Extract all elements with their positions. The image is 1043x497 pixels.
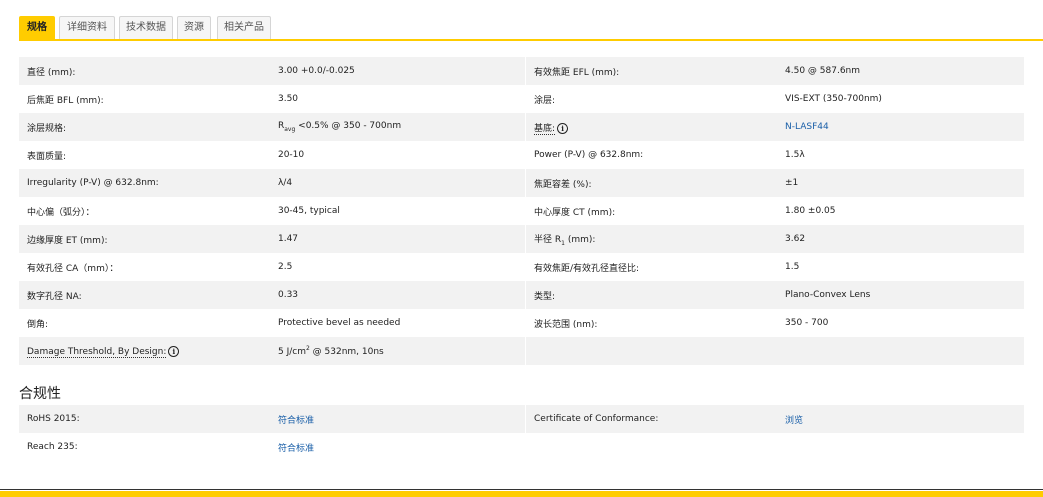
info-icon[interactable]: i [168, 345, 180, 357]
spec-label: 中心厚度 CT (mm): [525, 197, 778, 225]
damage-threshold-suffix: @ 532nm, 10ns [309, 347, 384, 357]
spec-value: 3.50 [277, 94, 299, 104]
spec-label: 基底: i [525, 113, 778, 141]
coating-spec-value: <0.5% @ 350 - 700nm [295, 121, 402, 132]
spec-value [777, 337, 1024, 365]
spec-value: 1.47 [269, 225, 526, 253]
specs-table: 直径 (mm): 3.00 +0.0/-0.025 有效焦距 EFL (mm):… [19, 57, 1024, 365]
spec-value: 2.5 [277, 262, 293, 272]
spec-label: 后焦距 BFL (mm): [27, 95, 104, 106]
spec-label: 直径 (mm): [19, 57, 270, 85]
tab-details[interactable]: 详细资料 [59, 16, 115, 39]
compliance-title: 合规性 [19, 386, 61, 402]
table-row: Damage Threshold, By Design: i 5 J/cm2 @ … [19, 337, 1024, 365]
reach-link[interactable]: 符合标准 [278, 444, 314, 454]
tab-resources[interactable]: 资源 [177, 16, 211, 39]
spec-value: 5 J/cm2 @ 532nm, 10ns [269, 337, 526, 365]
spec-label: 数字孔径 NA: [19, 281, 270, 309]
spec-value: λ/4 [269, 169, 526, 197]
tab-underline [19, 39, 1043, 41]
footer-accent-bar [0, 491, 1043, 497]
spec-label: 波长范围 (nm): [525, 309, 778, 337]
spec-label: 类型: [525, 281, 778, 309]
spec-label: Irregularity (P-V) @ 632.8nm: [19, 169, 270, 197]
compliance-label: Reach 235: [27, 442, 78, 452]
rohs-link[interactable]: 符合标准 [278, 416, 314, 426]
footer-divider [0, 489, 1043, 490]
spec-label: 涂层规格: [19, 113, 270, 141]
info-icon[interactable]: i [557, 122, 569, 134]
compliance-label: RoHS 2015: [19, 405, 270, 433]
table-row: Irregularity (P-V) @ 632.8nm: λ/4 焦距容差 (… [19, 169, 1024, 197]
table-row: 涂层规格: Ravg <0.5% @ 350 - 700nm 基底: i N-LA… [19, 113, 1024, 141]
compliance-value: 浏览 [777, 405, 1024, 433]
spec-value: 3.00 +0.0/-0.025 [269, 57, 526, 85]
substrate-link[interactable]: N-LASF44 [785, 122, 829, 132]
certificate-view-link[interactable]: 浏览 [785, 416, 803, 426]
table-row: 倒角: Protective bevel as needed 波长范围 (nm)… [19, 309, 1024, 337]
compliance-value: 符合标准 [269, 405, 526, 433]
spec-label: 有效孔径 CA（mm）： [27, 263, 119, 274]
spec-value: N-LASF44 [777, 113, 1024, 141]
spec-value: 1.5 [785, 262, 800, 272]
spec-label: 边缘厚度 ET (mm): [19, 225, 270, 253]
compliance-table: RoHS 2015: 符合标准 Certificate of Conforman… [19, 405, 1024, 461]
spec-value: 350 - 700 [785, 318, 829, 328]
spec-label: 半径 R1 (mm): [525, 225, 778, 253]
damage-threshold-value: 5 J/cm [277, 347, 306, 357]
spec-value: ±1 [777, 169, 1024, 197]
spec-value: 0.33 [269, 281, 526, 309]
tab-related-products[interactable]: 相关产品 [217, 16, 271, 39]
table-row: 有效孔径 CA（mm）： 2.5 有效焦距/有效孔径直径比: 1.5 [19, 253, 1024, 281]
spec-label: 焦距容差 (%): [525, 169, 778, 197]
table-row: 数字孔径 NA: 0.33 类型: Plano-Convex Lens [19, 281, 1024, 309]
spec-label: 有效焦距 EFL (mm): [525, 57, 778, 85]
spec-value: Plano-Convex Lens [777, 281, 1024, 309]
compliance-label: Certificate of Conformance: [525, 405, 778, 433]
spec-value: 4.50 @ 587.6nm [777, 57, 1024, 85]
spec-label [525, 337, 778, 365]
table-row: 边缘厚度 ET (mm): 1.47 半径 R1 (mm): 3.62 [19, 225, 1024, 253]
table-row: 直径 (mm): 3.00 +0.0/-0.025 有效焦距 EFL (mm):… [19, 57, 1024, 85]
spec-label: Power (P-V) @ 632.8nm: [525, 141, 778, 169]
compliance-value: 符合标准 [270, 433, 526, 461]
damage-threshold-label[interactable]: Damage Threshold, By Design: [27, 346, 167, 358]
spec-value: 20-10 [277, 150, 305, 160]
table-row: 表面质量: 20-10 Power (P-V) @ 632.8nm: 1.5λ [19, 141, 1024, 169]
spec-value: VIS-EXT (350-700nm) [785, 94, 882, 104]
spec-label: 有效焦距/有效孔径直径比: [525, 253, 778, 281]
table-row: 后焦距 BFL (mm): 3.50 涂层: VIS-EXT (350-700n… [19, 85, 1024, 113]
substrate-label[interactable]: 基底: [534, 123, 556, 135]
table-row: RoHS 2015: 符合标准 Certificate of Conforman… [19, 405, 1024, 433]
compliance-label [525, 433, 778, 461]
tab-specifications[interactable]: 规格 [19, 16, 55, 39]
spec-label: 涂层: [525, 85, 778, 113]
compliance-value [777, 433, 1024, 461]
spec-label: 表面质量: [27, 151, 67, 162]
radius-unit: (mm): [564, 234, 596, 245]
table-row: Reach 235: 符合标准 [19, 433, 1024, 461]
spec-value: Protective bevel as needed [277, 318, 401, 328]
spec-label: Damage Threshold, By Design: i [19, 337, 270, 365]
spec-label: 倒角: [27, 319, 49, 330]
spec-value: 1.80 ±0.05 [785, 206, 836, 216]
table-row: 中心偏（弧分）： 30-45, typical 中心厚度 CT (mm): 1.… [19, 197, 1024, 225]
avg-subscript: avg [284, 125, 296, 133]
tab-technical-data[interactable]: 技术数据 [119, 16, 173, 39]
spec-label: 中心偏（弧分）： [27, 207, 95, 218]
radius-label: 半径 R [534, 234, 562, 245]
spec-value: 30-45, typical [277, 206, 340, 216]
spec-value: 3.62 [777, 225, 1024, 253]
spec-value: Ravg <0.5% @ 350 - 700nm [269, 113, 526, 141]
spec-value: 1.5λ [785, 150, 805, 160]
